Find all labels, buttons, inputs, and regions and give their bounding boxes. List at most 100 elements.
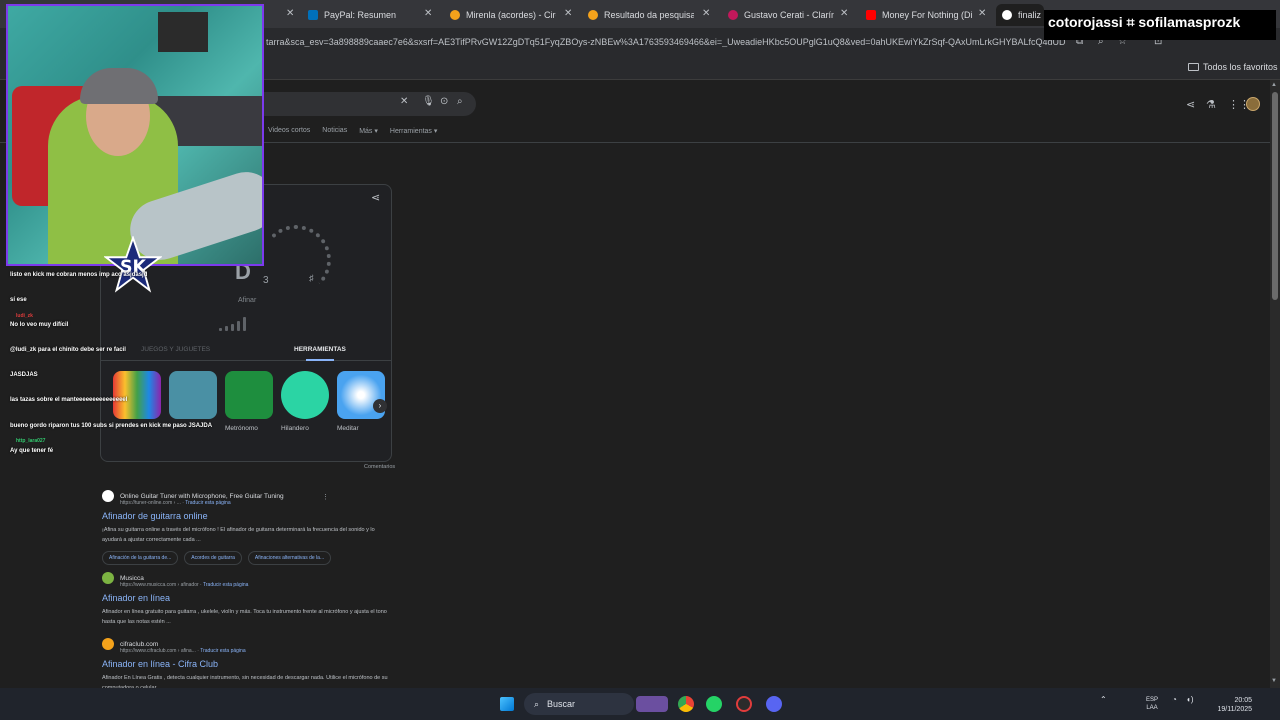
site-icon bbox=[102, 490, 114, 502]
close-icon[interactable]: ✕ bbox=[840, 8, 848, 19]
tab-juegos[interactable]: JUEGOS Y JUGUETES bbox=[141, 346, 210, 353]
result-site-name[interactable]: Online Guitar Tuner with Microphone, Fre… bbox=[120, 493, 284, 500]
result-title[interactable]: Afinador en línea - Cifra Club bbox=[102, 659, 402, 669]
site-icon bbox=[102, 638, 114, 650]
clock[interactable]: 20:05 19/11/2025 bbox=[1204, 696, 1252, 714]
card-tabs: JUEGOS Y JUGUETES HERRAMIENTAS bbox=[101, 339, 391, 361]
channel-logo: SK bbox=[104, 236, 162, 293]
sitelink-chip[interactable]: Acordes de guitarra bbox=[184, 551, 242, 565]
result-cite: https://www.musicca.com › afinador · Tra… bbox=[120, 582, 249, 588]
chat-username: http_lara027 bbox=[16, 438, 46, 444]
language-indicator[interactable]: ESP LAA bbox=[1142, 696, 1162, 712]
youtube-icon bbox=[866, 10, 876, 20]
result-site-name[interactable]: cifraclub.com bbox=[120, 641, 158, 648]
chrome-icon[interactable] bbox=[678, 696, 694, 712]
tab-money-for-nothing[interactable]: Money For Nothing (Dire bbox=[860, 4, 972, 26]
chevron-up-icon[interactable]: ⌃ bbox=[1100, 696, 1107, 704]
chat-message: sí ese bbox=[10, 297, 27, 303]
tool-label: Metrónomo bbox=[225, 425, 258, 432]
close-icon[interactable]: ✕ bbox=[286, 8, 294, 19]
scroll-thumb[interactable] bbox=[1272, 92, 1278, 300]
tab-title: Gustavo Cerati - Clarín.co bbox=[744, 10, 834, 20]
filter-mas[interactable]: Más ▾ bbox=[359, 127, 378, 135]
search-result: Online Guitar Tuner with Microphone, Fre… bbox=[102, 490, 402, 565]
microphone-icon[interactable]: 🎙 bbox=[422, 96, 435, 107]
tool-2[interactable] bbox=[169, 371, 217, 419]
chat-message: JASDJAS bbox=[10, 372, 38, 378]
result-title[interactable]: Afinador de guitarra online bbox=[102, 511, 402, 521]
lens-icon[interactable]: ⊙ bbox=[440, 96, 448, 107]
tab-resultado[interactable]: Resultado da pesquisa bbox=[582, 4, 694, 26]
tab-paypal[interactable]: PayPal: Resumen bbox=[302, 4, 422, 26]
chat-message: No lo veo muy difícil bbox=[10, 322, 69, 328]
tuner-octave: 3 bbox=[263, 275, 269, 286]
tool-label: Meditar bbox=[337, 425, 359, 432]
share-icon[interactable]: ⋖ bbox=[1186, 98, 1195, 111]
chevron-right-icon[interactable]: › bbox=[373, 399, 387, 413]
close-icon[interactable]: ✕ bbox=[564, 8, 572, 19]
chat-message: listo en kick me cobran menos imp aco as… bbox=[10, 272, 148, 278]
feedback-link[interactable]: Comentarios bbox=[364, 464, 395, 470]
result-site-name[interactable]: Musicca bbox=[120, 575, 144, 582]
tab-active[interactable]: finaliz bbox=[996, 4, 1044, 26]
windows-start-icon[interactable] bbox=[500, 697, 514, 711]
volume-icon[interactable]: ◖) bbox=[1186, 696, 1194, 704]
result-title[interactable]: Afinador en línea bbox=[102, 593, 402, 603]
search-result: cifraclub.com https://www.cifraclub.com … bbox=[102, 638, 402, 693]
folder-icon bbox=[1188, 63, 1199, 71]
color-picker-tool[interactable] bbox=[113, 371, 161, 419]
webcam-overlay bbox=[6, 4, 264, 266]
result-cite: https://tuner-online.com › ... · Traduci… bbox=[120, 500, 231, 506]
all-bookmarks-folder[interactable]: Todos los favoritos bbox=[1188, 62, 1278, 72]
tab-mirenla[interactable]: Mirenla (acordes) - Ciro y bbox=[444, 4, 556, 26]
close-icon[interactable]: ✕ bbox=[702, 8, 710, 19]
avatar[interactable] bbox=[1246, 97, 1260, 111]
filter-videos-cortos[interactable]: Videos cortos bbox=[268, 127, 310, 135]
site-icon bbox=[102, 572, 114, 584]
google-icon bbox=[1002, 10, 1012, 20]
cap bbox=[80, 68, 158, 104]
tab-title: PayPal: Resumen bbox=[324, 10, 397, 20]
tab-cerati[interactable]: Gustavo Cerati - Clarín.co bbox=[722, 4, 834, 26]
search-icon[interactable]: ⌕ bbox=[457, 96, 463, 107]
search-input[interactable]: ✕ 🎙 ⊙ ⌕ bbox=[262, 92, 476, 116]
page-scrollbar[interactable]: ▲ ▼ bbox=[1270, 80, 1280, 688]
close-icon[interactable]: ✕ bbox=[424, 8, 432, 19]
translate-link[interactable]: Traducir esta página bbox=[200, 648, 245, 654]
url-field[interactable]: tarra&sca_esv=3a898889caaec7e6&sxsrf=AE3… bbox=[266, 37, 1066, 47]
filter-noticias[interactable]: Noticias bbox=[322, 127, 347, 135]
filter-herramientas[interactable]: Herramientas ▾ bbox=[390, 127, 437, 135]
translate-link[interactable]: Traducir esta página bbox=[185, 500, 230, 506]
spinner-tool[interactable] bbox=[281, 371, 329, 419]
tab-title: finaliz bbox=[1018, 10, 1042, 20]
metronome-tool[interactable] bbox=[225, 371, 273, 419]
speaker bbox=[158, 12, 208, 52]
tab-title: Money For Nothing (Dire bbox=[882, 10, 972, 20]
more-icon[interactable]: ⋮ bbox=[322, 493, 329, 501]
taskbar-search[interactable]: ⌕ Buscar bbox=[524, 693, 634, 715]
tab-herramientas[interactable]: HERRAMIENTAS bbox=[294, 346, 346, 353]
site-icon bbox=[450, 10, 460, 20]
sitelink-chip[interactable]: Afinación de la guitarra de... bbox=[102, 551, 179, 565]
discord-icon[interactable] bbox=[766, 696, 782, 712]
tune-button[interactable]: Afinar bbox=[238, 297, 256, 304]
scroll-up-icon[interactable]: ▲ bbox=[1271, 82, 1277, 88]
chat-message: @ludi_zk para el chinito debe ser re fac… bbox=[10, 347, 126, 353]
widget-icon[interactable] bbox=[636, 696, 668, 712]
translate-link[interactable]: Traducir esta página bbox=[203, 582, 248, 588]
whatsapp-icon[interactable] bbox=[706, 696, 722, 712]
tab-title: Resultado da pesquisa bbox=[604, 10, 694, 20]
clear-icon[interactable]: ✕ bbox=[400, 96, 408, 107]
active-tab-indicator bbox=[306, 359, 334, 361]
windows-taskbar: ⌕ Buscar ⌃ ESP LAA ◔ ◖) 20:05 19/11/2025 bbox=[0, 688, 1280, 720]
wifi-icon[interactable]: ◔ bbox=[1172, 696, 1177, 704]
site-icon bbox=[728, 10, 738, 20]
labs-icon[interactable]: ⚗ bbox=[1206, 98, 1216, 111]
tool-label: Hilandero bbox=[281, 425, 309, 432]
share-icon[interactable]: ⋖ bbox=[371, 191, 380, 204]
close-icon[interactable]: ✕ bbox=[978, 8, 986, 19]
app-icon[interactable] bbox=[736, 696, 752, 712]
sitelink-chip[interactable]: Afinaciones alternativas de la... bbox=[247, 551, 332, 565]
scroll-down-icon[interactable]: ▼ bbox=[1271, 678, 1277, 684]
search-filters: Videos cortos Noticias Más ▾ Herramienta… bbox=[268, 127, 437, 135]
